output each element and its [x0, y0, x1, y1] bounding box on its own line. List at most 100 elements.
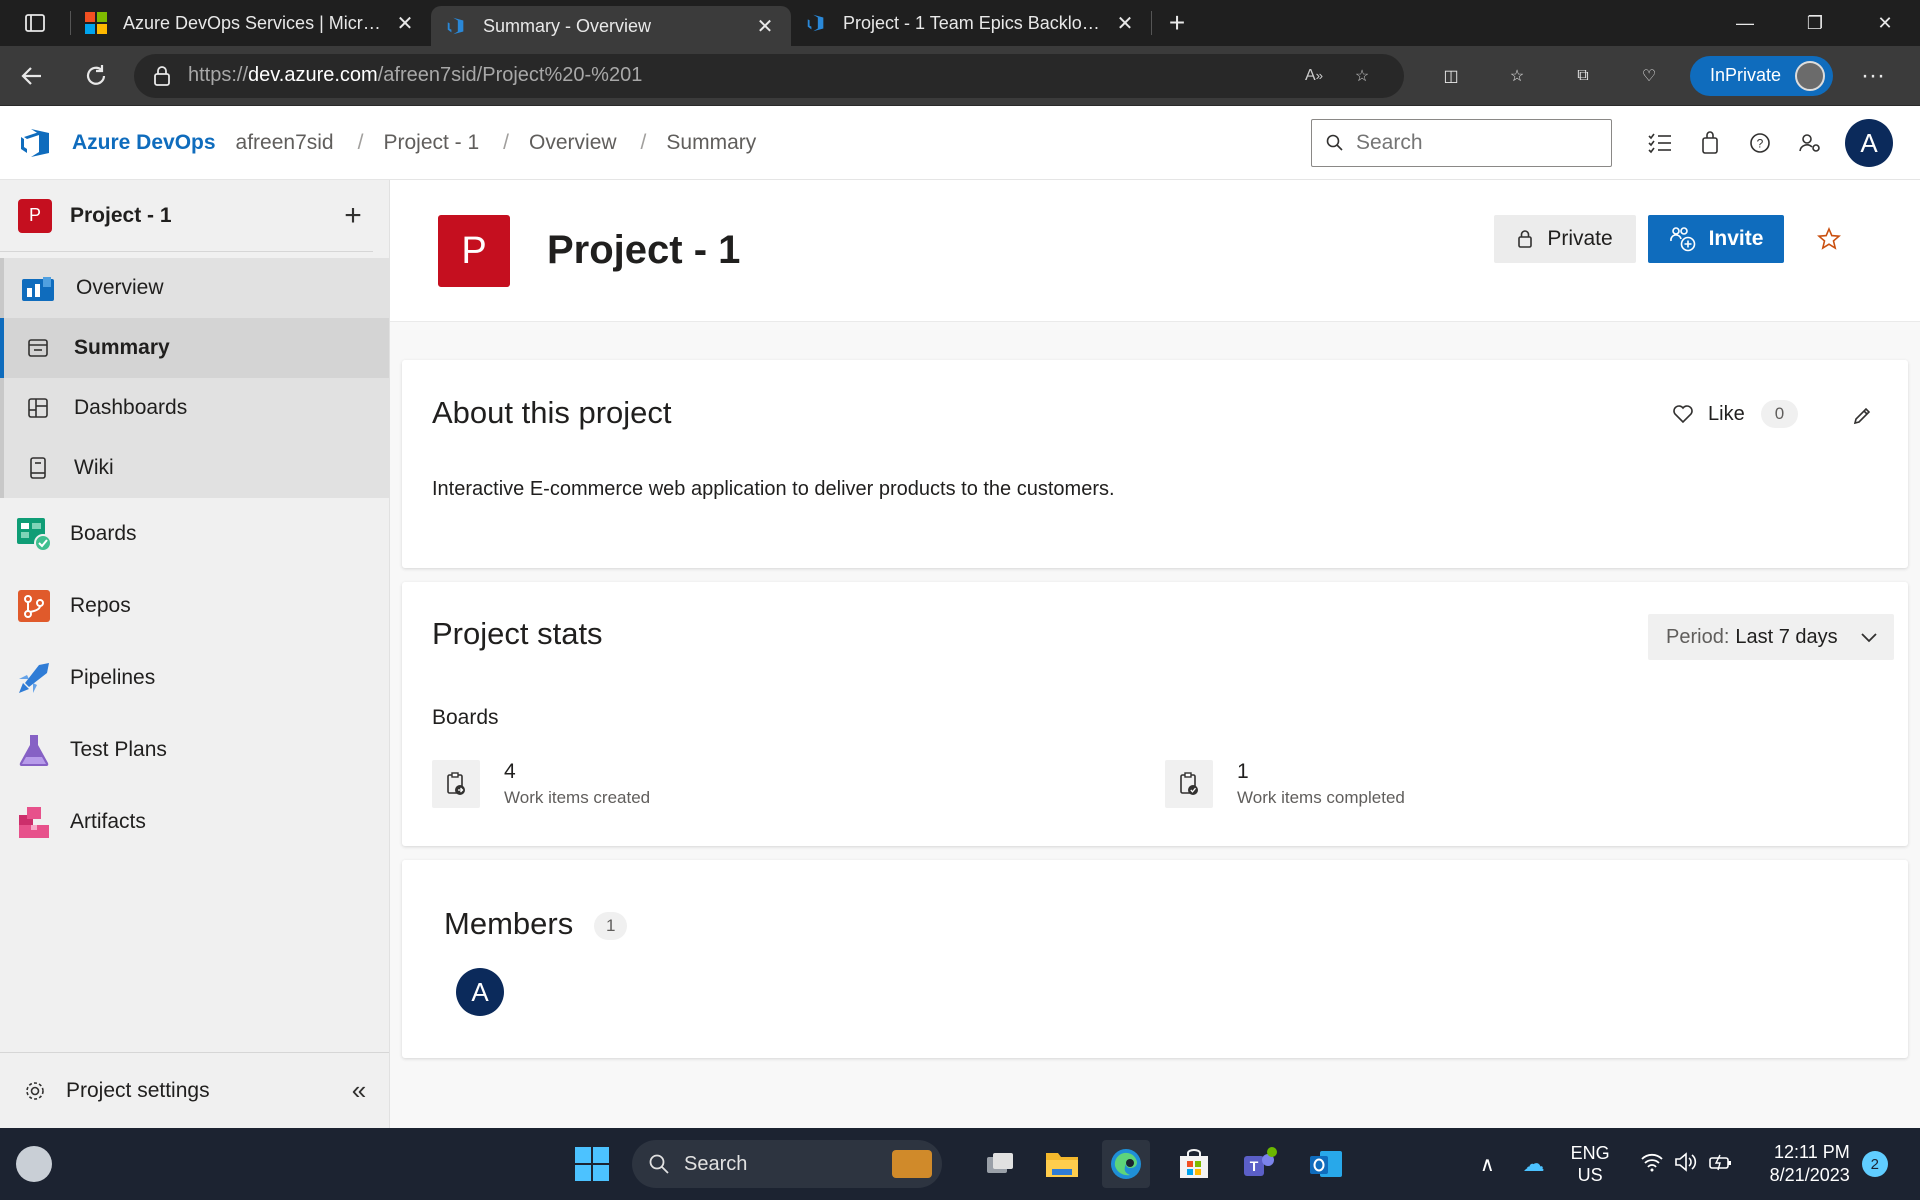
tab-title: Summary - Overview — [483, 15, 652, 36]
search-box[interactable] — [1311, 119, 1612, 167]
like-button[interactable]: Like 0 — [1672, 400, 1799, 428]
sidebar-item-dashboards[interactable]: Dashboards — [4, 378, 389, 438]
microsoft-store-icon[interactable] — [1170, 1140, 1218, 1188]
browser-tab-azure-services[interactable]: Azure DevOps Services | Microsoft Azure … — [71, 0, 431, 46]
windows-taskbar: Search T ∧ ☁ ENG US 12:11 PM 8/21/2023 2 — [0, 1128, 1920, 1200]
taskbar-search[interactable]: Search — [632, 1140, 942, 1188]
close-tab-icon[interactable]: ✕ — [753, 14, 777, 39]
browser-tab-backlog[interactable]: Project - 1 Team Epics Backlog - Boards … — [791, 0, 1151, 46]
breadcrumb-org[interactable]: afreen7sid — [236, 131, 334, 155]
notification-badge[interactable]: 2 — [1861, 1151, 1888, 1177]
new-tab-button[interactable]: + — [1152, 0, 1202, 46]
task-view-icon[interactable] — [976, 1140, 1024, 1188]
sidebar-item-overview[interactable]: Overview — [4, 258, 389, 318]
heart-icon — [1673, 405, 1693, 424]
user-avatar[interactable]: A — [1845, 119, 1893, 167]
favorite-project-button[interactable] — [1812, 222, 1846, 256]
work-items-icon[interactable] — [1635, 118, 1685, 168]
period-dropdown[interactable]: Period: Last 7 days — [1648, 614, 1894, 660]
tab-actions-icon — [25, 14, 45, 32]
wiki-icon — [24, 454, 52, 482]
breadcrumb-separator: / — [503, 130, 510, 154]
clock[interactable]: 12:11 PM 8/21/2023 — [1770, 1141, 1850, 1187]
close-tab-icon[interactable]: ✕ — [393, 11, 417, 36]
language-code: ENG — [1570, 1143, 1610, 1163]
sidebar-item-summary[interactable]: Summary — [0, 318, 389, 378]
stat-work-items-completed[interactable]: 1 Work items completed — [1165, 760, 1405, 808]
svg-text:T: T — [1250, 1158, 1259, 1174]
azure-devops-logo-icon[interactable] — [18, 125, 54, 161]
wifi-icon[interactable] — [1640, 1152, 1664, 1177]
back-button[interactable] — [0, 46, 64, 106]
back-arrow-icon — [21, 66, 41, 85]
more-options-icon[interactable]: ··· — [1843, 62, 1903, 90]
project-description: Interactive E-commerce web application t… — [432, 478, 1115, 500]
minimize-icon[interactable]: — — [1710, 0, 1780, 46]
breadcrumb-summary[interactable]: Summary — [666, 131, 756, 155]
onedrive-icon[interactable]: ☁ — [1523, 1151, 1545, 1177]
restore-icon[interactable]: ❐ — [1780, 0, 1850, 46]
refresh-button[interactable] — [64, 46, 128, 106]
volume-icon[interactable] — [1674, 1151, 1698, 1178]
close-tab-icon[interactable]: ✕ — [1113, 11, 1137, 36]
windows-start-icon[interactable] — [574, 1146, 610, 1182]
like-count: 0 — [1760, 400, 1799, 428]
outlook-icon[interactable] — [1302, 1140, 1350, 1188]
add-icon[interactable]: + — [333, 199, 373, 233]
inprivate-button[interactable]: InPrivate — [1690, 55, 1834, 96]
favorite-star-icon[interactable]: ☆ — [1338, 54, 1386, 98]
help-icon[interactable]: ? — [1735, 118, 1785, 168]
add-people-icon — [1669, 227, 1695, 252]
project-settings-link[interactable]: Project settings « — [0, 1052, 389, 1128]
collapse-sidebar-icon[interactable]: « — [329, 1075, 389, 1106]
breadcrumb-overview[interactable]: Overview — [529, 131, 617, 155]
stat-value: 4 — [504, 760, 516, 783]
browser-essentials-icon[interactable]: ♡ — [1616, 46, 1682, 106]
sidebar-item-label: Wiki — [74, 456, 114, 479]
user-settings-icon[interactable] — [1785, 118, 1835, 168]
sidebar-item-test-plans[interactable]: Test Plans — [0, 714, 389, 786]
clock-date: 8/21/2023 — [1769, 1165, 1850, 1185]
browser-tab-summary[interactable]: Summary - Overview ✕ — [431, 6, 791, 46]
close-window-icon[interactable]: ✕ — [1850, 0, 1920, 46]
work-item-created-icon — [432, 760, 480, 808]
sidebar-item-repos[interactable]: Repos — [0, 570, 389, 642]
edit-about-button[interactable] — [1846, 400, 1878, 432]
edge-browser-icon[interactable] — [1102, 1140, 1150, 1188]
sidebar-item-wiki[interactable]: Wiki — [4, 438, 389, 498]
artifacts-icon — [16, 804, 52, 840]
private-button[interactable]: Private — [1494, 215, 1636, 263]
read-aloud-icon[interactable]: A» — [1290, 54, 1338, 98]
address-bar[interactable]: https://dev.azure.com/afreen7sid/Project… — [134, 53, 1404, 98]
language-indicator[interactable]: ENG US — [1571, 1142, 1610, 1186]
azure-devops-icon — [807, 14, 824, 32]
chevron-up-icon[interactable]: ∧ — [1480, 1152, 1495, 1177]
search-icon — [1326, 134, 1343, 151]
stat-work-items-created[interactable]: 4 Work items created — [432, 760, 650, 808]
sidebar-project-header[interactable]: P Project - 1 + — [0, 180, 373, 252]
invite-button[interactable]: Invite — [1648, 215, 1784, 263]
invite-label: Invite — [1708, 227, 1764, 250]
weather-widget-icon[interactable] — [16, 1146, 52, 1182]
page-title: Project - 1 — [547, 228, 741, 272]
azure-devops-home-link[interactable]: Azure DevOps — [72, 131, 216, 155]
member-avatar[interactable]: A — [456, 968, 504, 1016]
file-explorer-icon[interactable] — [1038, 1140, 1086, 1188]
teams-icon[interactable]: T — [1236, 1140, 1284, 1188]
gear-icon — [26, 1081, 44, 1100]
battery-icon[interactable] — [1708, 1152, 1734, 1177]
breadcrumb-project[interactable]: Project - 1 — [383, 131, 479, 155]
split-screen-icon[interactable]: ◫ — [1418, 46, 1484, 106]
collections-icon[interactable]: ⧉ — [1550, 46, 1616, 106]
search-input[interactable] — [1356, 131, 1586, 155]
marketplace-icon[interactable] — [1685, 118, 1735, 168]
sidebar-project-name[interactable]: Project - 1 — [70, 204, 333, 228]
tab-actions-button[interactable] — [0, 0, 70, 46]
sidebar-item-boards[interactable]: Boards — [0, 498, 389, 570]
stat-value: 1 — [1237, 760, 1249, 783]
favorites-icon[interactable]: ☆ — [1484, 46, 1550, 106]
members-count: 1 — [594, 912, 628, 940]
sidebar-item-artifacts[interactable]: Artifacts — [0, 786, 389, 858]
sidebar-item-pipelines[interactable]: Pipelines — [0, 642, 389, 714]
sidebar-item-label: Dashboards — [74, 396, 188, 419]
